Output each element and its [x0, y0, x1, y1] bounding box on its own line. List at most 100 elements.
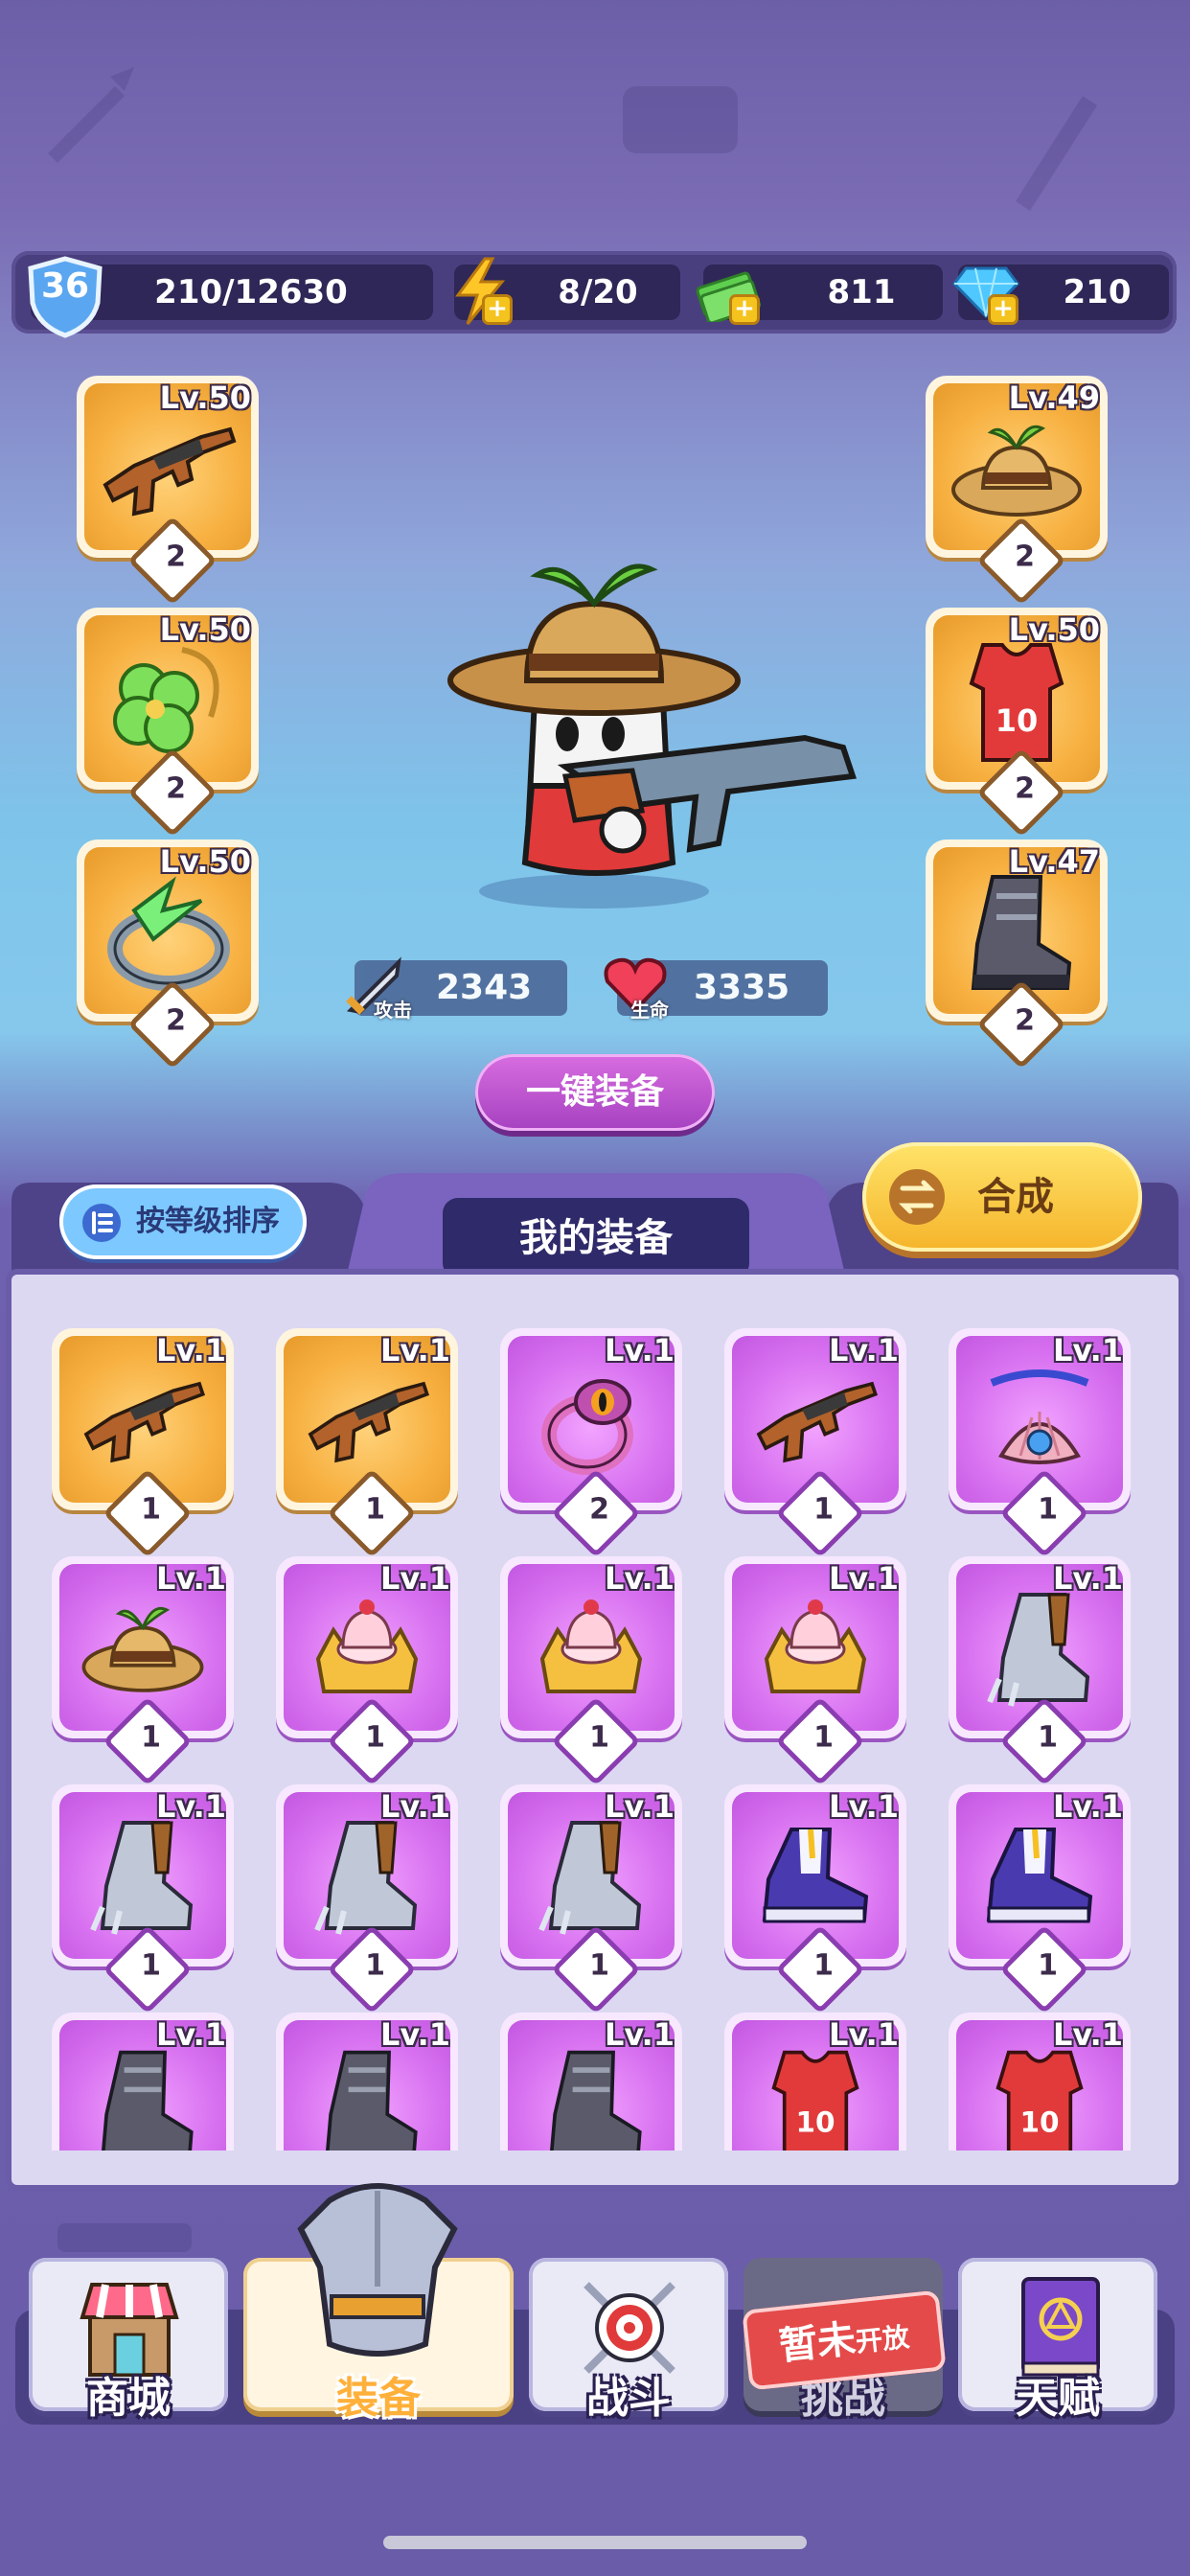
item-level: Lv.1 [155, 1560, 226, 1597]
sneaker-icon [977, 1820, 1102, 1939]
item-level: Lv.1 [155, 2016, 226, 2053]
sort-by-level-button[interactable]: 按等级排序 [59, 1184, 307, 1259]
equipped-necklace-slot[interactable]: Lv.50 2 [77, 608, 259, 838]
jersey-icon: 10 [969, 642, 1064, 762]
nav-battle-label: 战斗 [586, 2374, 671, 2423]
inventory-item[interactable]: Lv.1 [52, 2012, 234, 2150]
game-screen: 210/12630 36 8/20 + 811 + 210 + Lv.50 2 … [0, 0, 1190, 2576]
rifle-icon [76, 1373, 210, 1473]
energy-value: 8/20 [558, 273, 638, 311]
home-indicator[interactable] [383, 2536, 807, 2549]
armored-boot-icon [982, 1587, 1097, 1715]
sneaker-icon [753, 1820, 878, 1939]
attack-value: 2343 [436, 968, 533, 1007]
sort-button-label: 按等级排序 [136, 1205, 280, 1238]
slot-level: Lv.50 [159, 611, 251, 648]
armored-boot-icon [85, 1815, 200, 1944]
item-level: Lv.1 [828, 2016, 899, 2053]
equipped-jersey-slot[interactable]: 10 Lv.50 2 [926, 608, 1108, 838]
item-level: Lv.1 [379, 1788, 450, 1825]
craft-button[interactable]: 合成 [862, 1142, 1142, 1252]
armored-boot-icon [534, 1815, 649, 1944]
jersey-icon: 10 [982, 2043, 1097, 2150]
slot-level: Lv.50 [1008, 611, 1100, 648]
item-level: Lv.1 [379, 2016, 450, 2053]
slot-level: Lv.49 [1008, 380, 1100, 416]
item-level: Lv.1 [604, 1560, 675, 1597]
svg-text:10: 10 [995, 702, 1039, 739]
item-level: Lv.1 [1052, 1788, 1123, 1825]
rifle-icon [748, 1373, 882, 1473]
inventory-item[interactable]: Lv.1 2 [500, 1328, 682, 1558]
add-energy-button[interactable]: + [485, 296, 510, 322]
player-level: 36 [40, 266, 90, 306]
inventory-item[interactable]: Lv.1 1 [724, 1556, 906, 1786]
shell-necklace-icon [973, 1364, 1107, 1483]
armor-icon [297, 2183, 458, 2357]
inventory-item[interactable]: Lv.1 1 [52, 1328, 234, 1558]
ring-icon [107, 876, 230, 991]
sort-list-icon [82, 1204, 121, 1242]
inventory-item[interactable]: Lv.1 [500, 2012, 682, 2150]
eye-ring-icon [534, 1364, 649, 1483]
boot-icon [85, 2043, 200, 2150]
equipped-boots-slot[interactable]: Lv.47 2 [926, 840, 1108, 1070]
nav-talent-label: 天赋 [1016, 2374, 1100, 2423]
item-level: Lv.1 [379, 1560, 450, 1597]
equipped-hat-slot[interactable]: Lv.49 2 [926, 376, 1108, 606]
nav-equipment[interactable]: 装备 [243, 2183, 514, 2423]
straw-hat-icon [76, 1596, 210, 1707]
item-level: Lv.1 [828, 1332, 899, 1368]
rifle-icon [300, 1373, 434, 1473]
slot-level: Lv.50 [159, 843, 251, 880]
inventory-item[interactable]: Lv.1 1 [724, 1328, 906, 1558]
inventory-item[interactable]: 10 Lv.1 [949, 2012, 1131, 2150]
slot-level: Lv.50 [159, 380, 251, 416]
inventory-item[interactable]: Lv.1 1 [276, 1784, 458, 2014]
bottom-nav: 商城 装备 战斗 挑战 天赋 [0, 2183, 1190, 2463]
inventory-item[interactable]: Lv.1 1 [500, 1784, 682, 2014]
inventory-item[interactable]: Lv.1 [276, 2012, 458, 2150]
inventory-item[interactable]: Lv.1 1 [949, 1328, 1131, 1558]
resource-bar: 210/12630 36 8/20 + 811 + 210 + [11, 251, 1177, 338]
inventory-item[interactable]: 10 Lv.1 [724, 2012, 906, 2150]
inventory-item[interactable]: Lv.1 1 [949, 1784, 1131, 2014]
item-level: Lv.1 [604, 1788, 675, 1825]
item-level: Lv.1 [604, 1332, 675, 1368]
nav-talent[interactable]: 天赋 [958, 2258, 1157, 2423]
equipped-ring-slot[interactable]: Lv.50 2 [77, 840, 259, 1070]
inventory-item[interactable]: Lv.1 1 [500, 1556, 682, 1786]
item-level: Lv.1 [1052, 1560, 1123, 1597]
inventory-item[interactable]: Lv.1 1 [724, 1784, 906, 2014]
xp-value: 210/12630 [154, 273, 348, 311]
inventory-item[interactable]: Lv.1 1 [52, 1556, 234, 1786]
rifle-icon [103, 426, 237, 517]
add-cash-button[interactable]: + [732, 296, 757, 322]
attack-label: 攻击 [374, 999, 412, 1022]
inventory-item[interactable]: Lv.1 1 [52, 1784, 234, 2014]
item-level: Lv.1 [1052, 1332, 1123, 1368]
equip-all-button[interactable]: 一键装备 [475, 1054, 715, 1131]
my-equipment-tab[interactable]: 我的装备 [443, 1198, 749, 1278]
inventory-item[interactable]: Lv.1 1 [949, 1556, 1131, 1786]
equipped-weapon-slot[interactable]: Lv.50 2 [77, 376, 259, 606]
armored-boot-icon [309, 1815, 424, 1944]
nav-battle[interactable]: 战斗 [529, 2258, 728, 2423]
clover-necklace-icon [113, 646, 219, 753]
cash-value: 811 [827, 273, 896, 311]
item-level: Lv.1 [155, 1788, 226, 1825]
nav-shop[interactable]: 商城 [29, 2258, 228, 2423]
hp-value: 3335 [694, 968, 790, 1007]
inventory-item[interactable]: Lv.1 1 [276, 1328, 458, 1558]
nav-equipment-label: 装备 [336, 2374, 421, 2423]
bg-knife-icon [1016, 96, 1097, 211]
bg-sword-icon [48, 67, 134, 163]
gem-value: 210 [1063, 273, 1132, 311]
add-gems-button[interactable]: + [991, 296, 1016, 322]
item-level: Lv.1 [379, 1332, 450, 1368]
craft-button-label: 合成 [977, 1175, 1054, 1219]
jersey-icon: 10 [758, 2043, 873, 2150]
item-level: Lv.1 [828, 1560, 899, 1597]
inventory-item[interactable]: Lv.1 1 [276, 1556, 458, 1786]
item-level: Lv.1 [155, 1332, 226, 1368]
